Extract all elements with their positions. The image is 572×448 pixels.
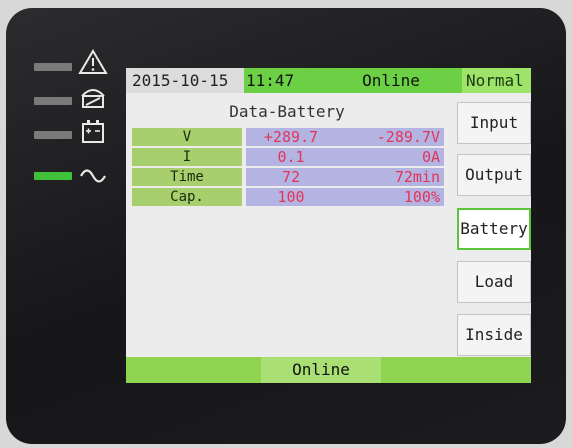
row-value-1: 100 bbox=[277, 188, 305, 206]
row-value-1: 72 bbox=[281, 168, 301, 186]
bypass-icon bbox=[78, 82, 108, 110]
led-warning bbox=[34, 63, 72, 71]
header-mode-badge: Normal bbox=[462, 68, 531, 93]
ac-line-icon bbox=[78, 161, 108, 189]
led-ac-line bbox=[34, 172, 72, 180]
footer-status: Online bbox=[261, 357, 381, 383]
row-value-2: -289.7V bbox=[376, 128, 440, 146]
header-status: Online bbox=[362, 71, 420, 90]
row-value-1: +289.7 bbox=[263, 128, 319, 146]
led-bypass bbox=[34, 97, 72, 105]
battery-icon bbox=[78, 118, 108, 146]
panel-title: Data-Battery bbox=[229, 102, 345, 121]
menu-button-load[interactable]: Load bbox=[457, 261, 531, 303]
led-battery bbox=[34, 131, 72, 139]
menu-button-inside[interactable]: Inside bbox=[457, 314, 531, 356]
header-time: 11:47 bbox=[246, 71, 295, 90]
footer-status-bar: Online bbox=[126, 357, 531, 383]
row-label: Time bbox=[132, 168, 242, 186]
row-value-2: 72min bbox=[394, 168, 440, 186]
menu-button-output[interactable]: Output bbox=[457, 154, 531, 196]
menu-button-input[interactable]: Input bbox=[457, 102, 531, 144]
header-date: 2015-10-15 bbox=[126, 68, 244, 93]
row-label: I bbox=[132, 148, 242, 166]
row-value-2: 100% bbox=[403, 188, 440, 206]
row-label: V bbox=[132, 128, 242, 146]
status-header: 2015-10-15 11:47 Online Normal bbox=[126, 68, 531, 93]
row-value-2: 0A bbox=[421, 148, 440, 166]
warning-icon bbox=[78, 48, 108, 76]
menu-button-battery[interactable]: Battery bbox=[457, 208, 531, 250]
lcd-screen: 2015-10-15 11:47 Online Normal Data-Batt… bbox=[126, 68, 531, 383]
row-value-1: 0.1 bbox=[277, 148, 305, 166]
row-label: Cap. bbox=[132, 188, 242, 206]
